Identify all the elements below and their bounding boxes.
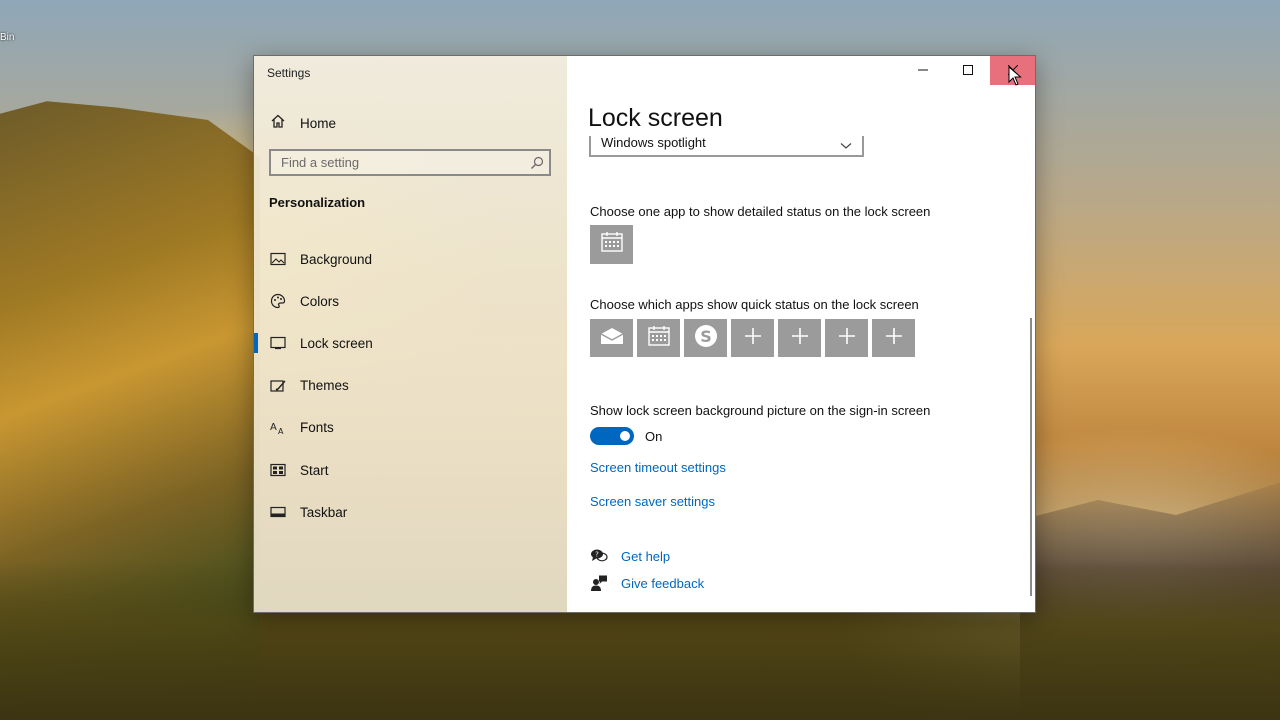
give-feedback-label: Give feedback	[621, 575, 705, 591]
sidebar: Settings Home Find a setting Personaliza…	[254, 56, 567, 612]
mouse-cursor-icon	[1008, 65, 1022, 91]
background-picture-icon	[269, 250, 287, 268]
skype-icon: S	[693, 323, 719, 354]
plus-icon	[791, 327, 808, 349]
screen-saver-link[interactable]: Screen saver settings	[590, 494, 715, 509]
sidebar-item-label: Colors	[300, 293, 340, 309]
sidebar-item-label: Start	[300, 462, 329, 478]
sidebar-item-label: Background	[300, 251, 373, 267]
sidebar-nav: Background Colors Lock screen Themes A A…	[254, 238, 567, 533]
minimize-icon	[917, 62, 928, 80]
sidebar-item-background[interactable]: Background	[254, 238, 567, 280]
quick-status-add-button[interactable]	[825, 319, 868, 357]
calendar-icon	[647, 325, 670, 351]
get-help-link[interactable]: ? Get help	[590, 547, 670, 565]
taskbar-icon	[269, 503, 287, 521]
sidebar-item-taskbar[interactable]: Taskbar	[254, 491, 567, 533]
sidebar-item-themes[interactable]: Themes	[254, 365, 567, 407]
quick-status-app-skype[interactable]: S	[684, 319, 727, 357]
toggle-state-text: On	[645, 429, 663, 444]
maximize-button[interactable]	[945, 56, 990, 85]
section-title: Personalization	[269, 195, 366, 210]
lock-screen-icon	[269, 334, 287, 352]
sidebar-item-label: Lock screen	[300, 335, 373, 351]
quick-status-add-button[interactable]	[872, 319, 915, 357]
sidebar-item-lock-screen[interactable]: Lock screen	[254, 322, 567, 364]
search-input[interactable]: Find a setting	[269, 149, 551, 176]
plus-icon	[838, 327, 855, 349]
signin-background-toggle[interactable]	[590, 427, 634, 445]
sidebar-item-colors[interactable]: Colors	[254, 280, 567, 322]
chevron-down-icon	[840, 137, 852, 155]
search-icon[interactable]	[525, 156, 549, 170]
sidebar-item-start[interactable]: Start	[254, 449, 567, 491]
settings-window: Settings Home Find a setting Personaliza…	[253, 55, 1036, 613]
help-chat-icon: ?	[590, 547, 608, 565]
sidebar-item-label: Themes	[300, 378, 349, 394]
svg-text:?: ?	[595, 551, 599, 559]
vertical-scrollbar[interactable]	[1030, 318, 1032, 596]
page-title: Lock screen	[588, 104, 723, 132]
quick-status-add-button[interactable]	[731, 319, 774, 357]
start-grid-icon	[269, 461, 287, 479]
mail-icon	[600, 327, 624, 350]
search-placeholder: Find a setting	[281, 155, 360, 170]
detailed-status-label: Choose one app to show detailed status o…	[590, 204, 931, 219]
signin-background-label: Show lock screen background picture on t…	[590, 403, 931, 418]
give-feedback-link[interactable]: Give feedback	[590, 574, 704, 592]
home-icon	[270, 113, 286, 134]
screen-timeout-link[interactable]: Screen timeout settings	[590, 460, 726, 475]
plus-icon	[885, 327, 902, 349]
quick-status-add-button[interactable]	[778, 319, 821, 357]
themes-brush-icon	[269, 377, 287, 395]
background-dropdown[interactable]: Windows spotlight	[589, 136, 864, 157]
quick-status-label: Choose which apps show quick status on t…	[590, 297, 919, 312]
minimize-button[interactable]	[900, 56, 945, 85]
dropdown-value: Windows spotlight	[601, 136, 706, 150]
get-help-label: Get help	[621, 548, 671, 564]
main-content: Lock screen Windows spotlight Choose one…	[567, 56, 1035, 612]
calendar-icon	[600, 232, 623, 257]
plus-icon	[744, 327, 761, 349]
svg-text:A: A	[270, 422, 277, 433]
sidebar-item-fonts[interactable]: AA Fonts	[254, 407, 567, 449]
fonts-icon: AA	[269, 419, 287, 437]
svg-text:A: A	[278, 427, 284, 436]
recycle-bin-label[interactable]: Bin	[0, 32, 14, 43]
quick-status-app-calendar[interactable]	[637, 319, 680, 357]
svg-text:S: S	[700, 327, 712, 346]
sidebar-item-label: Taskbar	[300, 504, 348, 520]
feedback-person-icon	[590, 574, 608, 592]
toggle-knob	[620, 431, 630, 441]
window-title: Settings	[267, 66, 311, 80]
detailed-status-app-button[interactable]	[590, 225, 633, 264]
home-nav-item[interactable]: Home	[254, 108, 567, 138]
palette-icon	[269, 292, 287, 310]
quick-status-app-mail[interactable]	[590, 319, 633, 357]
sidebar-item-label: Fonts	[300, 420, 334, 436]
home-label: Home	[300, 115, 337, 131]
maximize-icon	[962, 62, 973, 80]
